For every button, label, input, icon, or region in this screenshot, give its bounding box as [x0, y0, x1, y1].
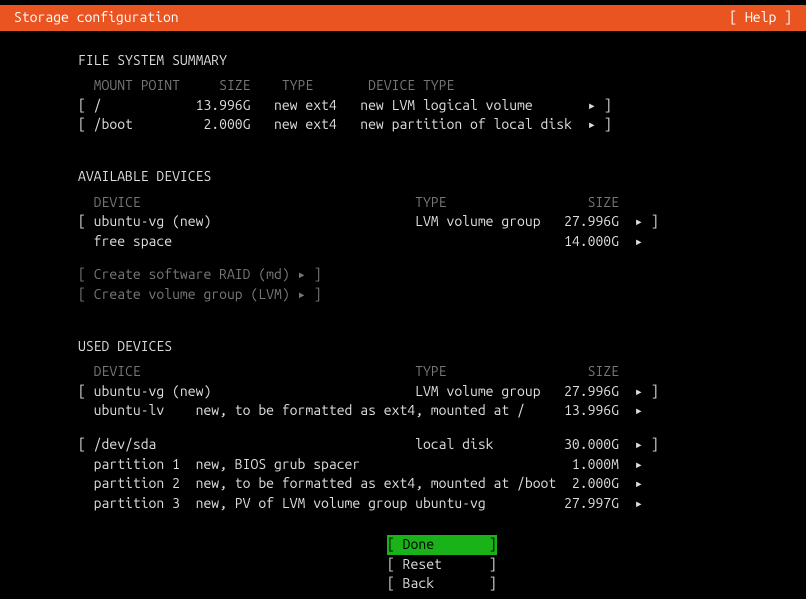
help-button[interactable]: [ Help ] [729, 8, 792, 28]
used-columns: DEVICE TYPE SIZE [78, 362, 806, 382]
avail-free-space[interactable]: free space 14.000G ▸ [78, 232, 806, 252]
used-devices-title: USED DEVICES [78, 337, 806, 357]
footer-buttons: [ Done ] [ Reset ] [ Back ] [78, 535, 806, 594]
fs-row-root[interactable]: [ / 13.996G new ext4 new LVM logical vol… [78, 96, 806, 116]
used-ubuntu-vg[interactable]: [ ubuntu-vg (new) LVM volume group 27.99… [78, 382, 806, 402]
done-button[interactable]: [ Done ] [387, 535, 497, 555]
back-button[interactable]: [ Back ] [387, 574, 497, 594]
used-partition-3[interactable]: partition 3 new, PV of LVM volume group … [78, 494, 806, 514]
used-partition-1[interactable]: partition 1 new, BIOS grub spacer 1.000M… [78, 455, 806, 475]
available-columns: DEVICE TYPE SIZE [78, 193, 806, 213]
fs-summary-columns: MOUNT POINT SIZE TYPE DEVICE TYPE [78, 76, 806, 96]
fs-row-boot[interactable]: [ /boot 2.000G new ext4 new partition of… [78, 115, 806, 135]
used-partition-2[interactable]: partition 2 new, to be formatted as ext4… [78, 474, 806, 494]
fs-summary-title: FILE SYSTEM SUMMARY [78, 51, 806, 71]
used-ubuntu-lv[interactable]: ubuntu-lv new, to be formatted as ext4, … [78, 401, 806, 421]
screen-title: Storage configuration [14, 8, 179, 28]
avail-ubuntu-vg[interactable]: [ ubuntu-vg (new) LVM volume group 27.99… [78, 212, 806, 232]
available-devices-title: AVAILABLE DEVICES [78, 167, 806, 187]
header-bar: Storage configuration [ Help ] [0, 5, 806, 31]
create-lvm-action[interactable]: [ Create volume group (LVM) ▸ ] [78, 285, 806, 305]
used-dev-sda[interactable]: [ /dev/sda local disk 30.000G ▸ ] [78, 435, 806, 455]
main-content: FILE SYSTEM SUMMARY MOUNT POINT SIZE TYP… [0, 31, 806, 594]
create-raid-action[interactable]: [ Create software RAID (md) ▸ ] [78, 265, 806, 285]
reset-button[interactable]: [ Reset ] [387, 555, 497, 575]
